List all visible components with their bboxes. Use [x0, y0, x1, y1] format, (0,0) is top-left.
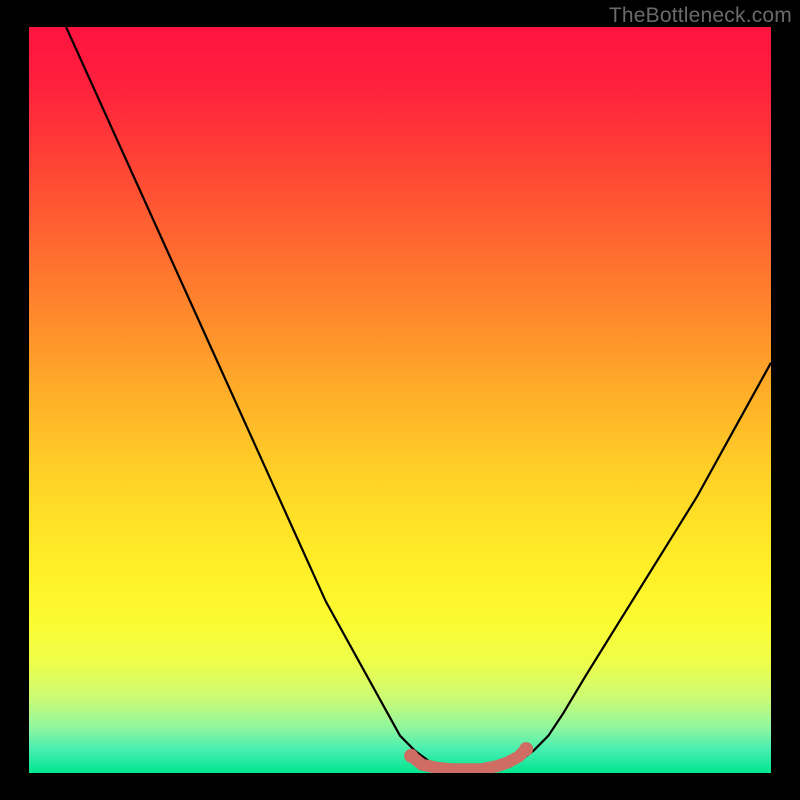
chart-container: TheBottleneck.com	[0, 0, 800, 800]
gradient-background	[29, 27, 771, 773]
optimal-range-endpoint	[404, 749, 418, 763]
optimal-range-endpoint	[519, 742, 533, 756]
plot-area	[29, 27, 771, 773]
watermark-text: TheBottleneck.com	[609, 4, 792, 28]
chart-svg	[29, 27, 771, 773]
